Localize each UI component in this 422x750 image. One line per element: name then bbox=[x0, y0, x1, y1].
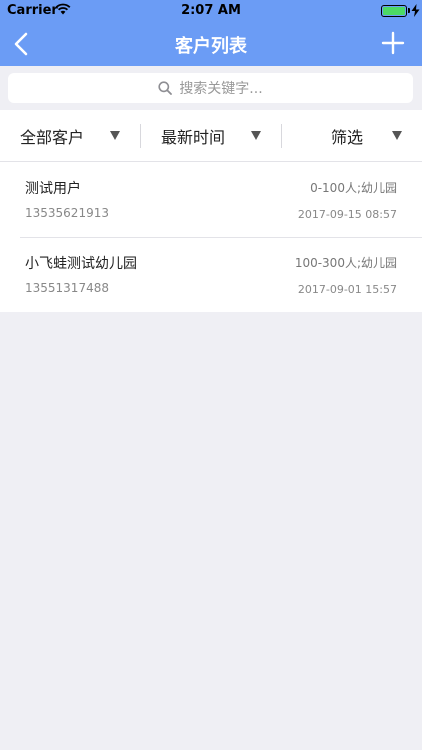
customer-phone: 13551317488 bbox=[25, 281, 109, 295]
customer-info: 0-100人;幼儿园 bbox=[310, 181, 397, 195]
customer-name: 小飞蛙测试幼儿园 bbox=[25, 256, 137, 272]
status-bar: Carrier 2:07 AM bbox=[0, 0, 422, 22]
customer-row[interactable]: 小飞蛙测试幼儿园 13551317488 100-300人;幼儿园 2017-0… bbox=[0, 237, 422, 312]
customer-date: 2017-09-01 15:57 bbox=[297, 283, 397, 296]
charging-icon bbox=[411, 4, 420, 17]
filter-label: 全部客户 bbox=[20, 127, 85, 147]
app-header: Carrier 2:07 AM 客户列表 bbox=[0, 0, 422, 66]
customer-row[interactable]: 测试用户 13535621913 0-100人;幼儿园 2017-09-15 0… bbox=[0, 162, 422, 237]
page-title: 客户列表 bbox=[175, 36, 247, 57]
dropdown-arrow-icon bbox=[110, 131, 120, 140]
customer-phone: 13535621913 bbox=[25, 206, 109, 220]
search-input[interactable]: 搜索关键字... bbox=[8, 73, 413, 103]
customer-list: 测试用户 13535621913 0-100人;幼儿园 2017-09-15 0… bbox=[0, 162, 422, 312]
add-customer-button[interactable] bbox=[378, 28, 408, 58]
filter-screen[interactable]: 筛选 bbox=[282, 124, 422, 148]
customer-info: 100-300人;幼儿园 bbox=[294, 256, 397, 270]
dropdown-arrow-icon bbox=[392, 131, 402, 140]
filter-all-customers[interactable]: 全部客户 bbox=[0, 123, 141, 148]
search-bar: 搜索关键字... bbox=[0, 66, 422, 110]
dropdown-arrow-icon bbox=[251, 131, 261, 140]
battery-icon bbox=[381, 5, 407, 17]
search-placeholder: 搜索关键字... bbox=[179, 81, 263, 97]
customer-date: 2017-09-15 08:57 bbox=[297, 208, 397, 221]
filter-latest-time[interactable]: 最新时间 bbox=[141, 123, 282, 148]
filter-label: 最新时间 bbox=[161, 127, 226, 147]
filter-label: 筛选 bbox=[330, 127, 363, 147]
battery-cap bbox=[408, 8, 410, 13]
navigation-bar: 客户列表 bbox=[0, 22, 422, 66]
filter-bar: 全部客户 最新时间 筛选 bbox=[0, 110, 422, 162]
clock: 2:07 AM bbox=[181, 3, 241, 18]
customer-name: 测试用户 bbox=[25, 181, 81, 197]
search-icon bbox=[158, 81, 173, 95]
